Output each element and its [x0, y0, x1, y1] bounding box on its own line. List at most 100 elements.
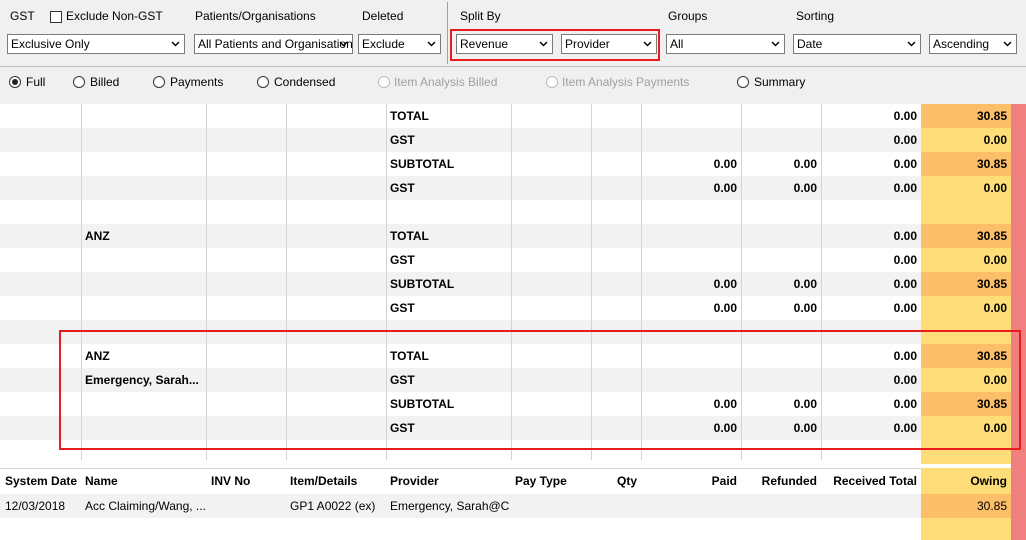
chevron-down-icon — [335, 35, 352, 53]
cell-pay-type — [515, 494, 589, 518]
summary-name — [85, 248, 205, 272]
summary-paid — [645, 104, 737, 128]
cell-system-date: 12/03/2018 — [5, 499, 66, 513]
chevron-down-icon — [767, 35, 784, 53]
cell-qty — [595, 494, 637, 518]
radio-item-analysis-billed — [378, 76, 390, 88]
radio-summary[interactable] — [737, 76, 749, 88]
cell-received-total — [825, 494, 917, 518]
chevron-down-icon — [903, 35, 920, 53]
summary-refunded — [745, 248, 817, 272]
radio-condensed[interactable] — [257, 76, 269, 88]
summary-refunded: 0.00 — [793, 277, 817, 291]
split-by-revenue-select[interactable]: Revenue — [456, 34, 553, 54]
split-by-provider-select[interactable]: Provider — [561, 34, 657, 54]
col-header-owing[interactable]: Owing — [921, 468, 1007, 494]
summary-name — [85, 272, 205, 296]
col-header-system-date[interactable]: System Date — [5, 468, 77, 494]
report-grid[interactable]: TOTAL 0.00 30.85 GST 0.00 0.00 SUBTOTAL 0.00 0.0… — [0, 104, 1026, 540]
owing-cell-bg — [921, 518, 1011, 540]
summary-owing: 30.85 — [921, 224, 1011, 248]
cell-owing: 30.85 — [976, 499, 1007, 513]
gst-select[interactable]: Exclusive Only — [7, 34, 185, 54]
summary-label: TOTAL — [390, 109, 429, 123]
summary-paid — [645, 248, 737, 272]
summary-owing: 30.85 — [921, 152, 1011, 176]
radio-summary-label: Summary — [754, 75, 806, 89]
deleted-label: Deleted — [362, 9, 404, 23]
radio-item-analysis-payments-label: Item Analysis Payments — [562, 75, 690, 89]
summary-name — [85, 200, 205, 224]
summary-received: 0.00 — [893, 181, 917, 195]
sorting-order-select[interactable]: Ascending — [929, 34, 1017, 54]
summary-owing: 30.85 — [921, 272, 1011, 296]
col-header-item-details[interactable]: Item/Details — [290, 468, 357, 494]
table-row-empty — [0, 518, 1011, 540]
radio-condensed-label: Condensed — [274, 75, 336, 89]
summary-name — [85, 176, 205, 200]
radio-full[interactable] — [9, 76, 21, 88]
summary-paid: 0.00 — [713, 277, 737, 291]
summary-label: GST — [390, 133, 415, 147]
col-header-qty[interactable]: Qty — [595, 468, 637, 494]
cell-provider: Emergency, Sarah@C... — [390, 499, 510, 513]
summary-refunded — [745, 224, 817, 248]
radio-billed[interactable] — [73, 76, 85, 88]
summary-received: 0.00 — [893, 133, 917, 147]
provider-group-highlight — [59, 330, 1021, 450]
gst-label: GST — [10, 9, 35, 23]
summary-received: 0.00 — [893, 229, 917, 243]
col-header-pay-type[interactable]: Pay Type — [515, 468, 567, 494]
summary-label: GST — [390, 301, 415, 315]
summary-refunded — [745, 200, 817, 224]
exclude-non-gst-checkbox[interactable] — [50, 11, 62, 23]
split-by-label: Split By — [460, 9, 501, 23]
summary-label: SUBTOTAL — [390, 277, 455, 291]
radio-full-label: Full — [26, 75, 46, 89]
summary-owing: 0.00 — [921, 128, 1011, 152]
patients-select[interactable]: All Patients and Organisations — [194, 34, 353, 54]
radio-billed-label: Billed — [90, 75, 120, 89]
summary-refunded — [745, 128, 817, 152]
col-header-provider[interactable]: Provider — [390, 468, 439, 494]
radio-payments[interactable] — [153, 76, 165, 88]
summary-owing — [921, 200, 1011, 224]
deleted-select[interactable]: Exclude — [358, 34, 441, 54]
cell-refunded — [745, 494, 817, 518]
chevron-down-icon — [999, 35, 1016, 53]
cell-name: Acc Claiming/Wang, ... — [85, 499, 205, 513]
patients-label: Patients/Organisations — [195, 9, 316, 23]
summary-received: 0.00 — [893, 157, 917, 171]
toolbar-divider — [447, 2, 448, 64]
summary-received: 0.00 — [893, 253, 917, 267]
summary-refunded: 0.00 — [793, 157, 817, 171]
summary-name: ANZ — [85, 229, 110, 243]
groups-select[interactable]: All — [666, 34, 785, 54]
summary-received — [825, 200, 917, 224]
sorting-field-select[interactable]: Date — [793, 34, 921, 54]
right-edge-strip — [1011, 104, 1026, 540]
summary-label: SUBTOTAL — [390, 157, 455, 171]
summary-name — [85, 128, 205, 152]
summary-paid — [645, 200, 737, 224]
cell-inv-no — [211, 494, 285, 518]
col-header-name[interactable]: Name — [85, 468, 118, 494]
sorting-label: Sorting — [796, 9, 835, 23]
col-header-received-total[interactable]: Received Total — [825, 468, 917, 494]
exclude-non-gst-label: Exclude Non-GST — [66, 9, 163, 23]
summary-name — [85, 296, 205, 320]
chevron-down-icon — [423, 35, 440, 53]
col-header-refunded[interactable]: Refunded — [745, 468, 817, 494]
summary-label: GST — [390, 181, 415, 195]
col-header-inv-no[interactable]: INV No — [211, 468, 250, 494]
groups-label: Groups — [668, 9, 708, 23]
radio-payments-label: Payments — [170, 75, 224, 89]
summary-paid — [645, 224, 737, 248]
cell-item-details: GP1 A0022 (ex) — [290, 499, 376, 513]
radio-item-analysis-payments — [546, 76, 558, 88]
chevron-down-icon — [535, 35, 552, 53]
sorting-field-value: Date — [797, 37, 823, 51]
summary-refunded: 0.00 — [793, 301, 817, 315]
summary-received: 0.00 — [893, 109, 917, 123]
col-header-paid[interactable]: Paid — [645, 468, 737, 494]
